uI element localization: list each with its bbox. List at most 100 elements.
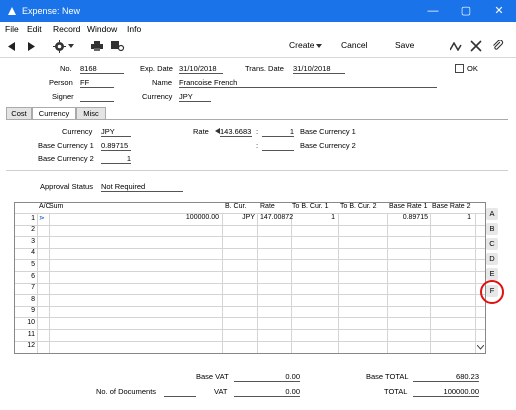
separator bbox=[6, 170, 508, 171]
trans-date-field[interactable]: 31/10/2018 bbox=[293, 64, 345, 74]
expand-icon[interactable] bbox=[470, 40, 482, 52]
total-field: 100000.00 bbox=[413, 387, 479, 397]
row-separator bbox=[15, 340, 485, 342]
ok-checkbox[interactable] bbox=[455, 64, 464, 73]
column-header-sum: Sum bbox=[49, 203, 64, 210]
vat-field: 0.00 bbox=[234, 387, 300, 397]
ac-field-icon[interactable]: ⋗ bbox=[39, 214, 45, 222]
create-dropdown-icon[interactable] bbox=[316, 44, 322, 48]
rate-colon: : bbox=[256, 127, 259, 136]
base-total-label: Base TOTAL bbox=[366, 372, 409, 381]
minimize-button[interactable]: — bbox=[418, 3, 448, 19]
create-button[interactable]: Create bbox=[289, 40, 315, 50]
column-header-rate: Rate bbox=[260, 203, 275, 210]
title-bar: Expense: New — ▢ ✕ bbox=[0, 0, 516, 22]
close-button[interactable]: ✕ bbox=[484, 3, 514, 19]
menu-bar: File Edit Record Window Info bbox=[0, 22, 516, 36]
row-button-a[interactable]: A bbox=[486, 208, 498, 220]
row-separator bbox=[15, 317, 485, 319]
row-number: 10 bbox=[27, 318, 35, 326]
row-number: 8 bbox=[31, 295, 35, 303]
base-vat-field: 0.00 bbox=[234, 372, 300, 382]
exp-date-field[interactable]: 31/10/2018 bbox=[179, 64, 223, 74]
row1-sum[interactable]: 100000.00 bbox=[145, 214, 219, 221]
no-label: No. bbox=[60, 64, 72, 73]
row-separator bbox=[15, 329, 485, 330]
rate2-base-field[interactable] bbox=[262, 141, 294, 151]
ok-label: OK bbox=[467, 64, 478, 73]
row-separator bbox=[15, 224, 485, 226]
menu-info[interactable]: Info bbox=[127, 24, 141, 34]
row1-base-rate-1[interactable]: 0.89715 bbox=[390, 214, 428, 221]
row1-bcur[interactable]: JPY bbox=[225, 214, 255, 221]
trans-date-label: Trans. Date bbox=[245, 64, 284, 73]
column-header-bcur: B. Cur. bbox=[225, 203, 247, 210]
attachment-icon[interactable] bbox=[492, 40, 504, 52]
scroll-down-icon[interactable] bbox=[477, 345, 484, 350]
row-number: 7 bbox=[31, 284, 35, 292]
row-number: 12 bbox=[27, 342, 35, 350]
approval-status-field[interactable]: Not Required bbox=[101, 182, 183, 192]
print-preview-icon[interactable] bbox=[110, 40, 125, 52]
rate-base-field[interactable]: 1 bbox=[262, 127, 294, 137]
row-button-d[interactable]: D bbox=[486, 253, 498, 265]
row-button-b[interactable]: B bbox=[486, 223, 498, 235]
next-record-icon[interactable] bbox=[27, 42, 35, 51]
rate-field[interactable]: 143.6683 bbox=[220, 127, 252, 137]
base-currency-1-text: Base Currency 1 bbox=[300, 127, 356, 136]
row-separator bbox=[15, 271, 485, 272]
currency-tab-field[interactable]: JPY bbox=[101, 127, 131, 137]
menu-edit[interactable]: Edit bbox=[27, 24, 42, 34]
currency-label: Currency bbox=[142, 92, 173, 101]
row-separator bbox=[15, 282, 485, 284]
expense-rows-grid: A/C Sum B. Cur. Rate To B. Cur. 1 To B. … bbox=[14, 202, 486, 354]
currency-field[interactable]: JPY bbox=[179, 92, 211, 102]
column-header-to-b-cur-1: To B. Cur. 1 bbox=[292, 203, 329, 210]
toolbar: Create Cancel Save bbox=[0, 36, 516, 58]
base-vat-label: Base VAT bbox=[196, 372, 229, 381]
row-number: 5 bbox=[31, 260, 35, 268]
approval-status-label: Approval Status bbox=[40, 182, 93, 191]
menu-file[interactable]: File bbox=[5, 24, 19, 34]
print-icon[interactable] bbox=[91, 40, 103, 52]
row-button-c[interactable]: C bbox=[486, 238, 498, 250]
exp-date-label: Exp. Date bbox=[140, 64, 173, 73]
menu-window[interactable]: Window bbox=[87, 24, 117, 34]
rate2-colon: : bbox=[256, 141, 259, 150]
no-field[interactable]: 8168 bbox=[80, 64, 124, 74]
activity-icon[interactable] bbox=[450, 42, 462, 51]
no-of-documents-label: No. of Documents bbox=[96, 387, 157, 396]
cancel-button[interactable]: Cancel bbox=[341, 40, 367, 50]
maximize-button[interactable]: ▢ bbox=[451, 3, 481, 19]
name-field[interactable]: Francoise French bbox=[179, 78, 437, 88]
vat-label: VAT bbox=[214, 387, 228, 396]
base-currency-1-field[interactable]: 0.89715 bbox=[101, 141, 131, 151]
window-title: Expense: New bbox=[22, 6, 81, 16]
gear-icon[interactable] bbox=[53, 40, 66, 53]
no-of-documents-field[interactable] bbox=[164, 387, 196, 397]
row-number: 2 bbox=[31, 226, 35, 234]
signer-field[interactable] bbox=[80, 92, 114, 102]
save-button[interactable]: Save bbox=[395, 40, 414, 50]
column-header-base-rate-1: Base Rate 1 bbox=[389, 203, 428, 210]
app-icon bbox=[8, 7, 16, 15]
row-number: 3 bbox=[31, 237, 35, 245]
person-label: Person bbox=[49, 78, 73, 87]
row-separator bbox=[15, 294, 485, 296]
previous-record-icon[interactable] bbox=[8, 42, 16, 51]
base-currency-2-label: Base Currency 2 bbox=[38, 154, 94, 163]
row1-base-rate-2[interactable]: 1 bbox=[433, 214, 471, 221]
row1-rate[interactable]: 147.00872 bbox=[260, 214, 293, 221]
row1-to-b-cur-1[interactable]: 1 bbox=[295, 214, 335, 221]
base-currency-2-field[interactable]: 1 bbox=[101, 154, 131, 164]
column-header-base-rate-2: Base Rate 2 bbox=[432, 203, 471, 210]
menu-record[interactable]: Record bbox=[53, 24, 80, 34]
highlight-circle bbox=[480, 280, 504, 304]
currency-tab-label: Currency bbox=[62, 127, 93, 136]
base-currency-2-text: Base Currency 2 bbox=[300, 141, 356, 150]
row-button-e[interactable]: E bbox=[486, 268, 498, 280]
person-field[interactable]: FF bbox=[80, 78, 114, 88]
row-separator bbox=[15, 247, 485, 249]
row-number: 6 bbox=[31, 272, 35, 280]
chevron-down-icon[interactable] bbox=[68, 44, 74, 48]
